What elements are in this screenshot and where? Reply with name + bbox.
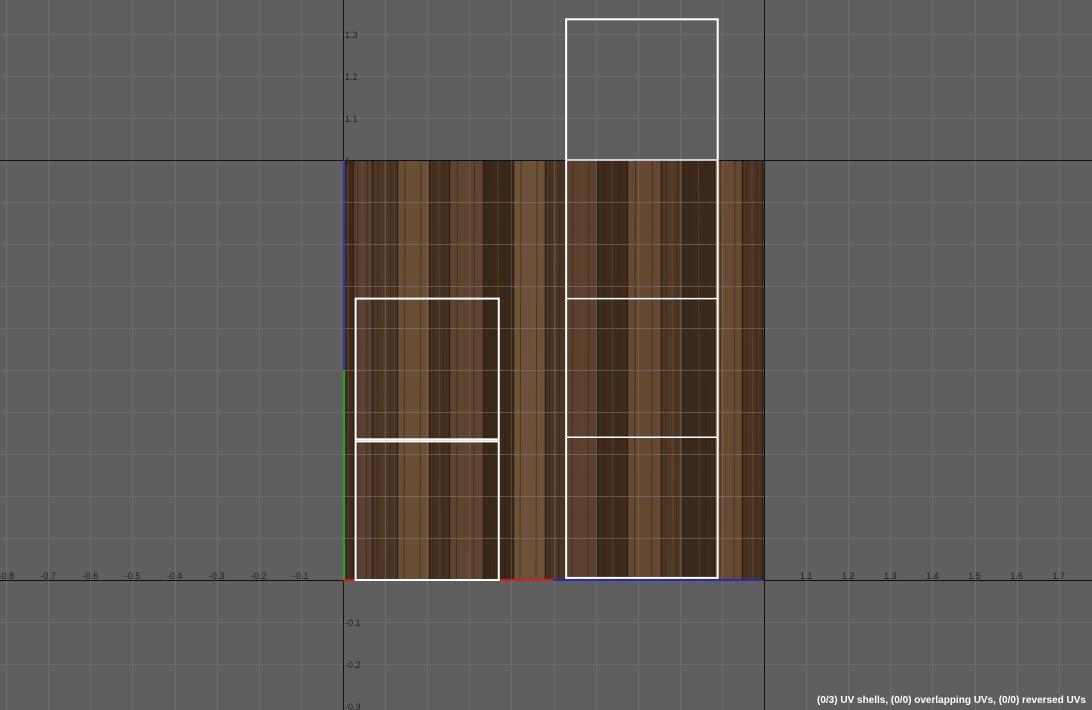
u-tick-label: -0.5 [125, 571, 141, 581]
u-tick-label: 1.7 [1052, 571, 1065, 581]
v-tick-label: 1.1 [345, 114, 358, 124]
u-tick-label: 1 [761, 571, 766, 581]
u-tick-label: -0.1 [293, 571, 309, 581]
u-tick-label: 1.1 [800, 571, 813, 581]
v-tick-label: 1 [345, 156, 350, 166]
u-tick-label: 1.2 [842, 571, 855, 581]
u-tick-label: -0.8 [0, 571, 14, 581]
u-tick-label: -0.6 [83, 571, 99, 581]
u-tick-label: -0.2 [251, 571, 267, 581]
uv-editor-viewport[interactable]: -0.8 -0.7 -0.6 -0.5 -0.4 -0.3 -0.2 -0.1 1 1.1 1.2 1… [0, 0, 1092, 710]
u-tick-label: -0.7 [41, 571, 57, 581]
v-tick-label: -0.3 [345, 702, 361, 710]
uv-status-text: (0/3) UV shells, (0/0) overlapping UVs, … [817, 695, 1086, 706]
v-tick-label: -0.1 [345, 618, 361, 628]
u-tick-label: 1.4 [926, 571, 939, 581]
u-tick-label: 1.6 [1010, 571, 1023, 581]
v-tick-label: 1.3 [345, 30, 358, 40]
u-tick-label: -0.4 [167, 571, 183, 581]
uv-canvas[interactable]: -0.8 -0.7 -0.6 -0.5 -0.4 -0.3 -0.2 -0.1 1 1.1 1.2 1… [0, 0, 1092, 710]
u-tick-label: -0.3 [209, 571, 225, 581]
v-tick-label: -0.2 [345, 660, 361, 670]
u-tick-label: 1.5 [968, 571, 981, 581]
v-tick-label: 1.2 [345, 72, 358, 82]
u-tick-label: 1.3 [884, 571, 897, 581]
